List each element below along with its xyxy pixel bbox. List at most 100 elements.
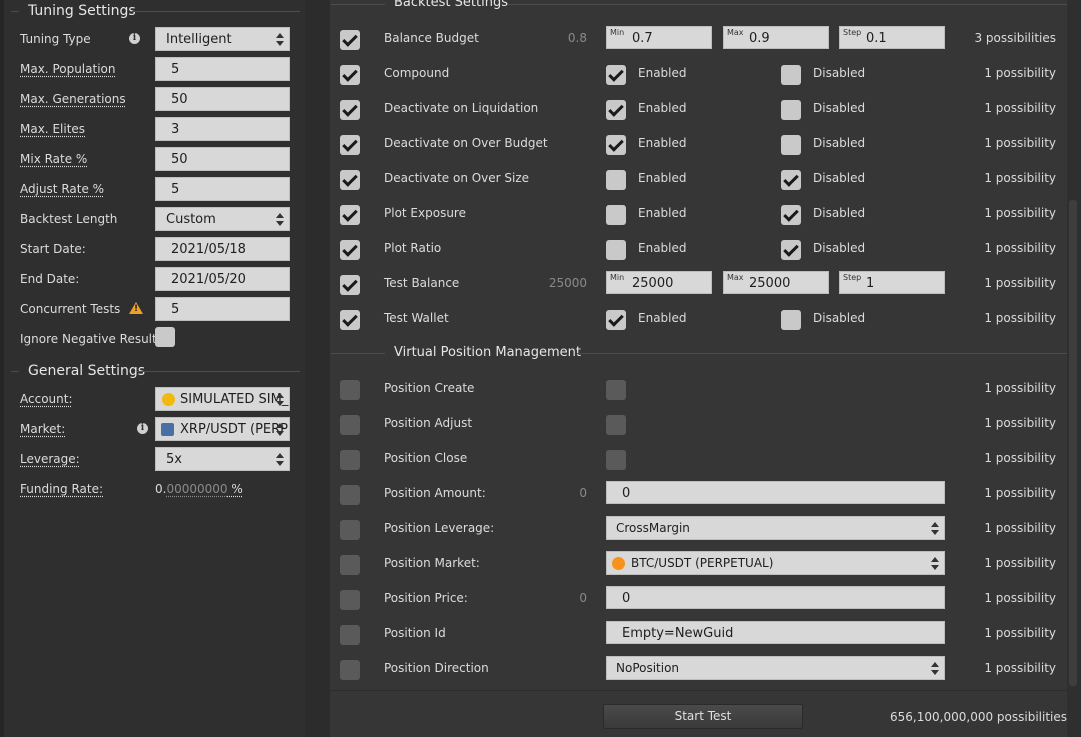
min-tag: Min (610, 273, 625, 282)
option-checkbox[interactable] (606, 415, 626, 435)
row-current-value: 25000 (548, 276, 587, 290)
chevron-updown-icon (275, 211, 284, 227)
enabled-checkbox[interactable] (606, 135, 626, 155)
row-include-checkbox[interactable] (340, 240, 360, 260)
info-icon[interactable]: i (129, 33, 140, 44)
backtest-length-select[interactable]: Custom (155, 207, 290, 231)
end-date-input[interactable]: 2021/05/20 (155, 267, 290, 291)
value-input[interactable]: 0 (606, 481, 945, 504)
row-label: Plot Ratio (384, 241, 442, 255)
value-text: Empty=NewGuid (622, 626, 734, 641)
max-population-label: Max. Population (20, 62, 116, 76)
max-generations-input[interactable]: 50 (155, 87, 290, 111)
account-select[interactable]: SIMULATED SIM_ (155, 387, 290, 411)
row-include-checkbox[interactable] (340, 520, 360, 540)
row-possibilities: 1 possibility (984, 381, 1056, 395)
enabled-checkbox[interactable] (606, 65, 626, 85)
row-label: Position Leverage: (384, 521, 495, 535)
disabled-label: Disabled (813, 171, 866, 185)
row-possibilities: 1 possibility (984, 486, 1056, 500)
row-include-checkbox[interactable] (340, 450, 360, 470)
enabled-checkbox[interactable] (606, 100, 626, 120)
section-line (11, 11, 19, 12)
mix-rate-input[interactable]: 50 (155, 147, 290, 171)
warning-icon[interactable]: ! (129, 302, 143, 314)
row-include-checkbox[interactable] (340, 660, 360, 680)
row-include-checkbox[interactable] (340, 170, 360, 190)
disabled-checkbox[interactable] (781, 65, 801, 85)
adjust-rate-input[interactable]: 5 (155, 177, 290, 201)
enabled-label: Enabled (638, 101, 687, 115)
scrollbar-thumb[interactable] (1069, 200, 1077, 686)
enabled-label: Enabled (638, 241, 687, 255)
leverage-select[interactable]: 5x (155, 447, 290, 471)
max-elites-input[interactable]: 3 (155, 117, 290, 141)
market-label: Market: (20, 422, 66, 436)
tuning-type-select[interactable]: Intelligent (155, 27, 290, 51)
value-input[interactable]: Empty=NewGuid (606, 621, 945, 644)
row-include-checkbox[interactable] (340, 30, 360, 50)
max-input[interactable]: Max 0.9 (723, 26, 829, 49)
value-input[interactable]: 0 (606, 586, 945, 609)
concurrent-tests-input[interactable]: 5 (155, 297, 290, 321)
value-select[interactable]: BTC/USDT (PERPETUAL) (606, 551, 945, 575)
value-select[interactable]: CrossMargin (606, 516, 945, 540)
account-label: Account: (20, 392, 73, 406)
funding-rate-value[interactable]: 0.00000000 % (155, 482, 243, 496)
row-label: Position Create (384, 381, 475, 395)
option-checkbox[interactable] (606, 380, 626, 400)
row-include-checkbox[interactable] (340, 205, 360, 225)
start-date-label: Start Date: (20, 242, 86, 256)
disabled-checkbox[interactable] (781, 310, 801, 330)
info-icon[interactable]: i (137, 423, 148, 434)
disabled-checkbox[interactable] (781, 205, 801, 225)
disabled-checkbox[interactable] (781, 240, 801, 260)
row-label: Deactivate on Liquidation (384, 101, 539, 115)
max-input[interactable]: Max 25000 (723, 271, 829, 294)
enabled-checkbox[interactable] (606, 310, 626, 330)
enabled-checkbox[interactable] (606, 170, 626, 190)
disabled-checkbox[interactable] (781, 135, 801, 155)
row-include-checkbox[interactable] (340, 485, 360, 505)
row-label: Position Price: (384, 591, 468, 605)
row-include-checkbox[interactable] (340, 100, 360, 120)
value-select[interactable]: NoPosition (606, 656, 945, 680)
general-settings-title: General Settings (28, 363, 146, 379)
footer-divider (330, 690, 1067, 691)
min-input[interactable]: Min 25000 (606, 271, 712, 294)
max-population-input[interactable]: 5 (155, 57, 290, 81)
row-include-checkbox[interactable] (340, 625, 360, 645)
row-include-checkbox[interactable] (340, 380, 360, 400)
row-include-checkbox[interactable] (340, 590, 360, 610)
market-select[interactable]: XRP/USDT (PERP (155, 417, 290, 441)
ignore-negative-checkbox[interactable] (155, 327, 175, 347)
enabled-checkbox[interactable] (606, 240, 626, 260)
disabled-label: Disabled (813, 66, 866, 80)
row-include-checkbox[interactable] (340, 65, 360, 85)
row-label: Position Adjust (384, 416, 473, 430)
chevron-updown-icon (275, 31, 284, 47)
disabled-label: Disabled (813, 311, 866, 325)
row-include-checkbox[interactable] (340, 555, 360, 575)
disabled-checkbox[interactable] (781, 170, 801, 190)
row-label: Position Id (384, 626, 446, 640)
row-possibilities: 1 possibility (984, 136, 1056, 150)
section-line (11, 371, 19, 372)
start-test-button[interactable]: Start Test (603, 704, 803, 729)
row-include-checkbox[interactable] (340, 275, 360, 295)
row-include-checkbox[interactable] (340, 310, 360, 330)
row-include-checkbox[interactable] (340, 415, 360, 435)
xrp-market-icon (161, 423, 174, 436)
step-value: 1 (866, 276, 875, 291)
min-input[interactable]: Min 0.7 (606, 26, 712, 49)
start-date-input[interactable]: 2021/05/18 (155, 237, 290, 261)
enabled-checkbox[interactable] (606, 205, 626, 225)
max-value: 0.9 (749, 31, 770, 46)
disabled-checkbox[interactable] (781, 100, 801, 120)
option-checkbox[interactable] (606, 450, 626, 470)
step-input[interactable]: Step 1 (839, 271, 945, 294)
row-include-checkbox[interactable] (340, 135, 360, 155)
max-tag: Max (727, 28, 744, 37)
min-value: 25000 (632, 276, 674, 291)
step-input[interactable]: Step 0.1 (839, 26, 945, 49)
